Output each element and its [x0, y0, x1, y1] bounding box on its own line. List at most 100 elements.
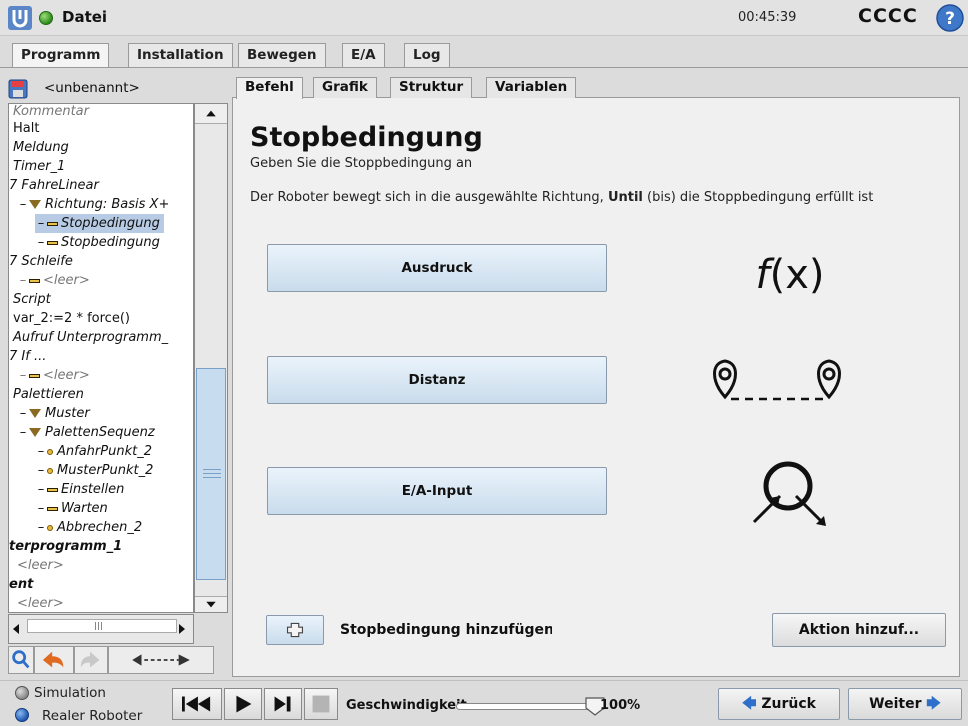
tab-log[interactable]: Log	[404, 43, 450, 67]
tab-bewegen[interactable]: Bewegen	[238, 43, 326, 67]
step-icon[interactable]	[264, 688, 302, 720]
waypoint-icon	[47, 448, 53, 455]
arrow-right-icon: 🡆	[926, 696, 941, 712]
search-icon[interactable]	[8, 646, 34, 674]
tab-installation[interactable]: Installation	[128, 43, 233, 67]
page-subtitle: Geben Sie die Stoppbedingung an	[250, 156, 473, 171]
tree-item-label: Meldung	[13, 140, 69, 155]
real-robot-label[interactable]: Realer Roboter	[42, 708, 142, 724]
stop-icon[interactable]	[304, 688, 338, 720]
tree-item-label: Abbrechen_2	[57, 520, 143, 535]
scrollbar-thumb[interactable]	[196, 368, 226, 580]
tree-item-label: PalettenSequenz	[45, 425, 155, 440]
io-input-icon	[752, 461, 826, 526]
io-input-button[interactable]: E/A-Input	[267, 467, 607, 515]
line-icon: –	[37, 235, 45, 250]
tree-item[interactable]: – Muster	[17, 404, 90, 423]
tree-item[interactable]: Halt	[13, 119, 39, 138]
line-icon: –	[37, 501, 45, 516]
tree-item-label: <leer>	[43, 368, 90, 383]
undo-icon[interactable]	[34, 646, 74, 674]
program-tree[interactable]: Kommentar Halt Meldung Timer_1 7 FahreLi…	[8, 103, 194, 613]
tree-horizontal-scrollbar[interactable]	[8, 614, 194, 644]
tab-programm[interactable]: Programm	[12, 43, 110, 68]
back-label: Zurück	[761, 696, 816, 712]
scroll-right-icon[interactable]	[176, 622, 188, 636]
tree-item[interactable]: – <leer>	[17, 366, 90, 385]
real-robot-radio-icon[interactable]	[15, 708, 29, 722]
tree-item-label: Warten	[61, 501, 108, 516]
tree-item[interactable]: Script	[13, 290, 51, 309]
scroll-up-icon[interactable]	[195, 104, 227, 124]
move-node-icon[interactable]	[108, 646, 214, 674]
tree-item[interactable]: <leer>	[17, 594, 64, 612]
distance-icon	[713, 359, 841, 401]
tree-item-label: Aufruf Unterprogramm_	[13, 330, 169, 345]
tree-item-label: ent	[9, 577, 34, 592]
tree-item[interactable]: Timer_1	[13, 157, 65, 176]
next-button[interactable]: Weiter 🡆	[848, 688, 962, 720]
tree-item[interactable]: – MusterPunkt_2	[35, 461, 154, 480]
placeholder-icon	[29, 373, 40, 378]
tree-item[interactable]: – Warten	[35, 499, 108, 518]
subtab-variablen[interactable]: Variablen	[486, 77, 577, 98]
tree-item[interactable]: terprogramm_1	[9, 537, 122, 556]
expression-button[interactable]: Ausdruck	[267, 244, 607, 292]
back-button[interactable]: 🡄 Zurück	[718, 688, 840, 720]
save-file-icon[interactable]	[8, 79, 28, 99]
tree-item[interactable]: – Stopbedingung	[35, 233, 160, 252]
description-keyword: Until	[607, 190, 643, 205]
rewind-icon[interactable]	[172, 688, 222, 720]
tree-item-selected[interactable]: – Stopbedingung	[35, 214, 164, 233]
page-title: Stopbedingung	[250, 122, 483, 153]
line-icon: –	[19, 273, 27, 288]
redo-icon[interactable]	[74, 646, 108, 674]
line-icon: –	[19, 197, 27, 212]
distance-button[interactable]: Distanz	[267, 356, 607, 404]
file-menu[interactable]: Datei	[62, 8, 107, 26]
scroll-left-icon[interactable]	[10, 622, 22, 636]
expand-triangle-icon	[29, 428, 41, 437]
scroll-down-icon[interactable]	[195, 596, 227, 612]
line-icon: –	[19, 425, 27, 440]
speed-value: 100%	[600, 698, 641, 713]
add-stop-condition-label: Stopbedingung hinzufügen	[340, 622, 552, 638]
tab-ea[interactable]: E/A	[342, 43, 385, 67]
tree-item[interactable]: – Einstellen	[35, 480, 125, 499]
tree-item[interactable]: <leer>	[17, 556, 64, 575]
tree-item[interactable]: 7 Schleife	[9, 252, 73, 271]
tree-item-label: <leer>	[17, 558, 64, 573]
tree-item[interactable]: ent	[9, 575, 33, 594]
set-icon	[47, 487, 58, 492]
arrow-left-icon: 🡄	[742, 696, 757, 712]
tree-item[interactable]: – AnfahrPunkt_2	[35, 442, 152, 461]
speed-label: Geschwindigkeit	[346, 698, 467, 713]
subtab-grafik[interactable]: Grafik	[313, 77, 377, 98]
placeholder-icon	[29, 278, 40, 283]
tree-item[interactable]: 7 FahreLinear	[9, 176, 99, 195]
clock: 00:45:39	[738, 10, 797, 25]
subtab-struktur[interactable]: Struktur	[390, 77, 473, 98]
tree-item[interactable]: 7 If ...	[9, 347, 46, 366]
tree-item[interactable]: Aufruf Unterprogramm_	[13, 328, 168, 347]
tree-item[interactable]: – PalettenSequenz	[17, 423, 155, 442]
simulation-radio-icon[interactable]	[15, 686, 29, 700]
play-icon[interactable]	[224, 688, 262, 720]
subtab-befehl[interactable]: Befehl	[236, 77, 303, 99]
add-action-button[interactable]: Aktion hinzuf...	[772, 613, 946, 647]
ur-logo-icon	[8, 6, 32, 30]
tree-item[interactable]: – <leer>	[17, 271, 90, 290]
tree-item[interactable]: var_2:=2 * force()	[13, 309, 130, 328]
tree-item[interactable]: Palettieren	[13, 385, 84, 404]
tree-item[interactable]: Meldung	[13, 138, 69, 157]
add-stop-condition-button[interactable]	[266, 615, 324, 645]
help-icon[interactable]: ?	[936, 4, 964, 32]
tree-toolbar	[8, 646, 228, 676]
simulation-label[interactable]: Simulation	[34, 685, 106, 701]
line-icon: –	[37, 444, 45, 459]
line-icon: –	[37, 520, 45, 535]
line-icon: –	[37, 216, 45, 231]
tree-item[interactable]: – Richtung: Basis X+	[17, 195, 170, 214]
tree-item[interactable]: – Abbrechen_2	[35, 518, 142, 537]
tree-item-label: terprogramm_1	[9, 539, 123, 554]
